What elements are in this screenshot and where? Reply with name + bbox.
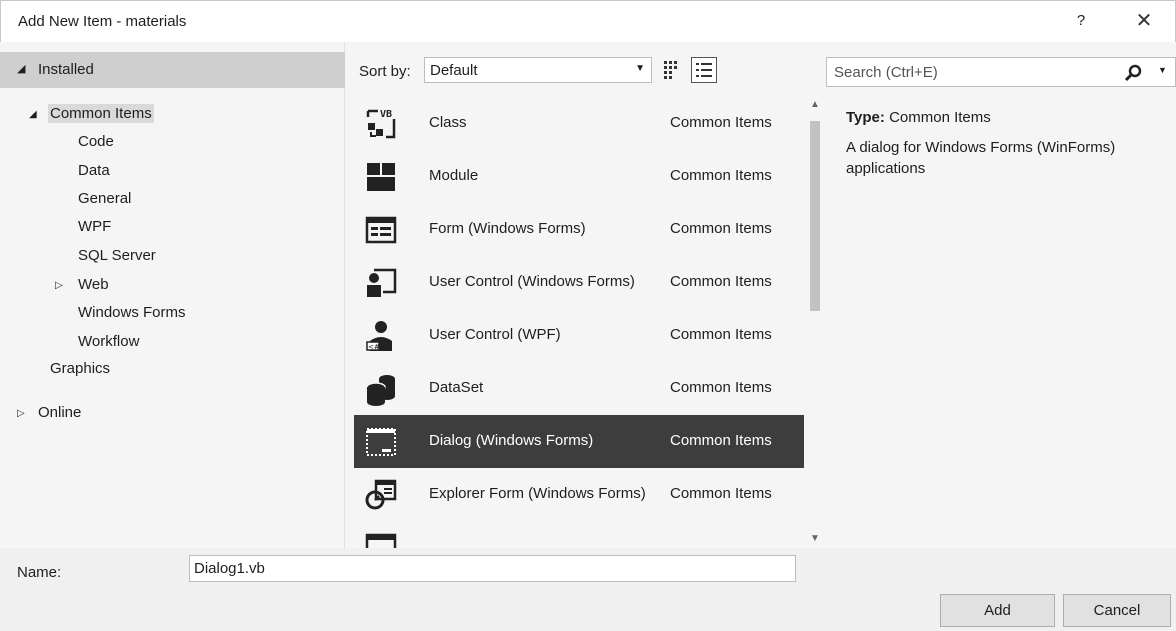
item-category: Common Items xyxy=(670,273,772,290)
class-vb-icon: VB xyxy=(366,109,396,139)
collapsed-icon[interactable]: ▷ xyxy=(55,280,63,291)
tree-node-graphics[interactable]: Graphics xyxy=(50,360,110,377)
list-item-dialog[interactable]: Dialog (Windows Forms) Common Items xyxy=(354,415,804,468)
form-icon xyxy=(365,533,397,548)
cancel-button[interactable]: Cancel xyxy=(1063,594,1171,627)
name-label: Name: xyxy=(17,564,62,581)
tree-node-code[interactable]: Code xyxy=(78,133,114,150)
title-bar: Add New Item - materials ? ✕ xyxy=(0,0,1176,42)
list-item-module[interactable]: Module Common Items xyxy=(354,150,804,203)
collapsed-icon[interactable]: ▷ xyxy=(17,408,25,419)
dialog-icon xyxy=(366,428,396,456)
item-category: Common Items xyxy=(670,485,772,502)
sort-dropdown[interactable]: Default ▼ xyxy=(424,57,652,83)
form-icon xyxy=(365,216,397,244)
chevron-down-icon: ▼ xyxy=(635,63,645,74)
tree-node-general[interactable]: General xyxy=(78,190,131,207)
medium-icons-view-button[interactable] xyxy=(659,57,685,83)
tree-node-workflow[interactable]: Workflow xyxy=(78,333,139,350)
svg-text:<#>: <#> xyxy=(368,343,386,351)
item-category: Common Items xyxy=(670,114,772,131)
module-icon xyxy=(367,163,395,191)
dialog-content: ◢ Installed ◢ Common Items Code Data Gen… xyxy=(0,42,1176,548)
name-field[interactable] xyxy=(189,555,796,582)
item-category: Common Items xyxy=(670,432,772,449)
list-item-form[interactable]: Form (Windows Forms) Common Items xyxy=(354,203,804,256)
scrollbar-thumb[interactable] xyxy=(810,121,820,311)
list-view-button[interactable] xyxy=(691,57,717,83)
tree-node-web[interactable]: Web xyxy=(78,276,109,293)
sort-label: Sort by: xyxy=(359,63,411,80)
item-name: DataSet xyxy=(429,379,484,396)
list-item-dataset[interactable]: DataSet Common Items xyxy=(354,362,804,415)
template-tree: ◢ Installed ◢ Common Items Code Data Gen… xyxy=(0,42,345,548)
item-name: Module xyxy=(429,167,479,184)
item-category: Common Items xyxy=(670,379,772,396)
type-label: Type: xyxy=(846,109,885,126)
list-item-class[interactable]: VB Class Common Items xyxy=(354,97,804,150)
scroll-down-icon[interactable]: ▼ xyxy=(810,533,820,544)
item-name: User Control (Windows Forms) xyxy=(429,273,635,290)
dialog-footer: Name: Add Cancel xyxy=(0,548,1176,631)
expanded-icon: ◢ xyxy=(17,63,26,75)
add-button[interactable]: Add xyxy=(940,594,1055,627)
window-title: Add New Item - materials xyxy=(18,13,187,30)
search-icon[interactable] xyxy=(1123,63,1143,83)
explorer-form-icon xyxy=(365,479,397,510)
list-view-icon xyxy=(696,63,712,77)
list-scrollbar[interactable]: ▲ ▼ xyxy=(805,97,825,548)
close-button[interactable]: ✕ xyxy=(1132,9,1156,33)
tree-node-wpf[interactable]: WPF xyxy=(78,218,111,235)
list-item-user-control-winforms[interactable]: User Control (Windows Forms) Common Item… xyxy=(354,256,804,309)
user-control-wpf-icon: <#> xyxy=(366,321,392,351)
search-placeholder: Search (Ctrl+E) xyxy=(834,64,938,81)
item-category: Common Items xyxy=(670,167,772,184)
item-name: Form (Windows Forms) xyxy=(429,220,586,237)
tree-node-common-items[interactable]: Common Items xyxy=(48,104,154,123)
list-item-user-control-wpf[interactable]: <#> User Control (WPF) Common Items xyxy=(354,309,804,362)
item-description: A dialog for Windows Forms (WinForms) ap… xyxy=(846,139,1116,177)
tree-node-online[interactable]: Online xyxy=(38,404,81,421)
svg-text:VB: VB xyxy=(380,109,392,120)
list-item-partial[interactable] xyxy=(354,521,804,548)
tree-node-windows-forms[interactable]: Windows Forms xyxy=(78,304,186,321)
chevron-down-icon[interactable]: ▼ xyxy=(1158,65,1167,75)
user-control-icon xyxy=(367,268,397,297)
item-name: Explorer Form (Windows Forms) xyxy=(429,485,646,502)
list-item-explorer-form[interactable]: Explorer Form (Windows Forms) Common Ite… xyxy=(354,468,804,521)
tree-node-sql-server[interactable]: SQL Server xyxy=(78,247,156,264)
scroll-up-icon[interactable]: ▲ xyxy=(810,99,820,110)
item-category: Common Items xyxy=(670,220,772,237)
item-type: Type: Common Items xyxy=(846,109,1166,126)
type-value: Common Items xyxy=(889,109,991,126)
expanded-icon[interactable]: ◢ xyxy=(29,109,37,120)
item-name: Dialog (Windows Forms) xyxy=(429,432,594,449)
sort-value: Default xyxy=(430,62,478,79)
sort-toolbar: Sort by: Default ▼ xyxy=(345,52,805,88)
item-name: User Control (WPF) xyxy=(429,326,561,343)
item-details: Type: Common Items A dialog for Windows … xyxy=(846,109,1166,179)
grid-view-icon xyxy=(664,61,677,79)
search-box[interactable]: Search (Ctrl+E) ▼ xyxy=(826,57,1176,87)
item-name: Class xyxy=(429,114,467,131)
dataset-icon xyxy=(366,375,395,406)
template-list: VB Class Common Items Module Common Item… xyxy=(354,97,808,548)
item-category: Common Items xyxy=(670,326,772,343)
tree-node-data[interactable]: Data xyxy=(78,162,110,179)
tree-node-installed[interactable]: ◢ Installed xyxy=(0,52,345,88)
tree-node-installed-label: Installed xyxy=(38,61,94,78)
help-button[interactable]: ? xyxy=(1069,9,1093,33)
